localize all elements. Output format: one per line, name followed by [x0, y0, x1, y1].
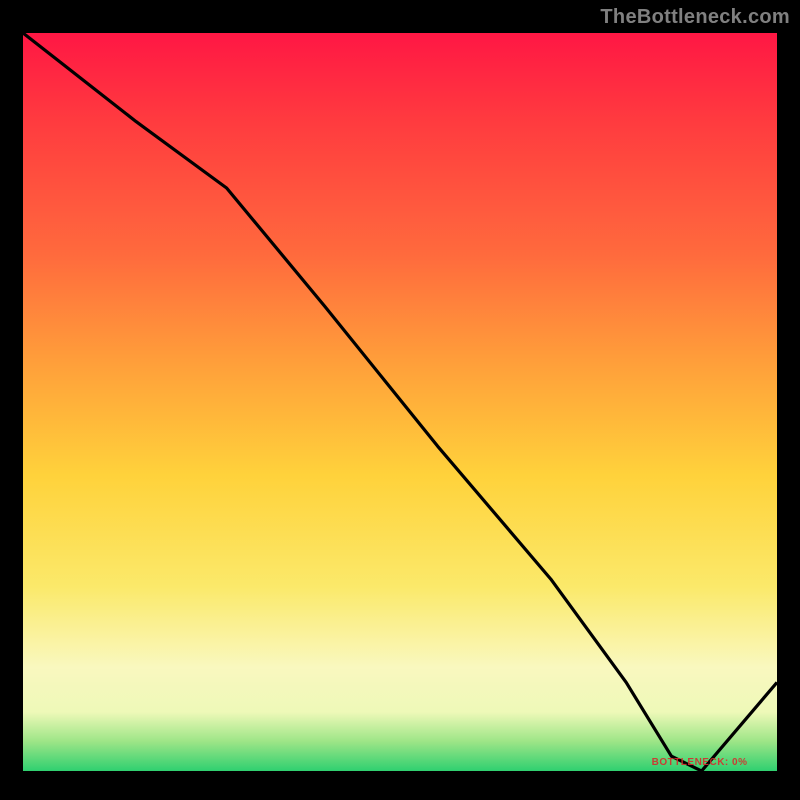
bottleneck-curve-line — [23, 33, 777, 771]
optimal-point-label: BOTTLENECK: 0% — [652, 757, 748, 768]
plot-area: BOTTLENECK: 0% — [20, 30, 780, 774]
line-chart-svg — [23, 33, 777, 771]
watermark-text: TheBottleneck.com — [600, 6, 790, 29]
chart-frame: TheBottleneck.com BOTTLENECK: 0% — [0, 0, 800, 800]
